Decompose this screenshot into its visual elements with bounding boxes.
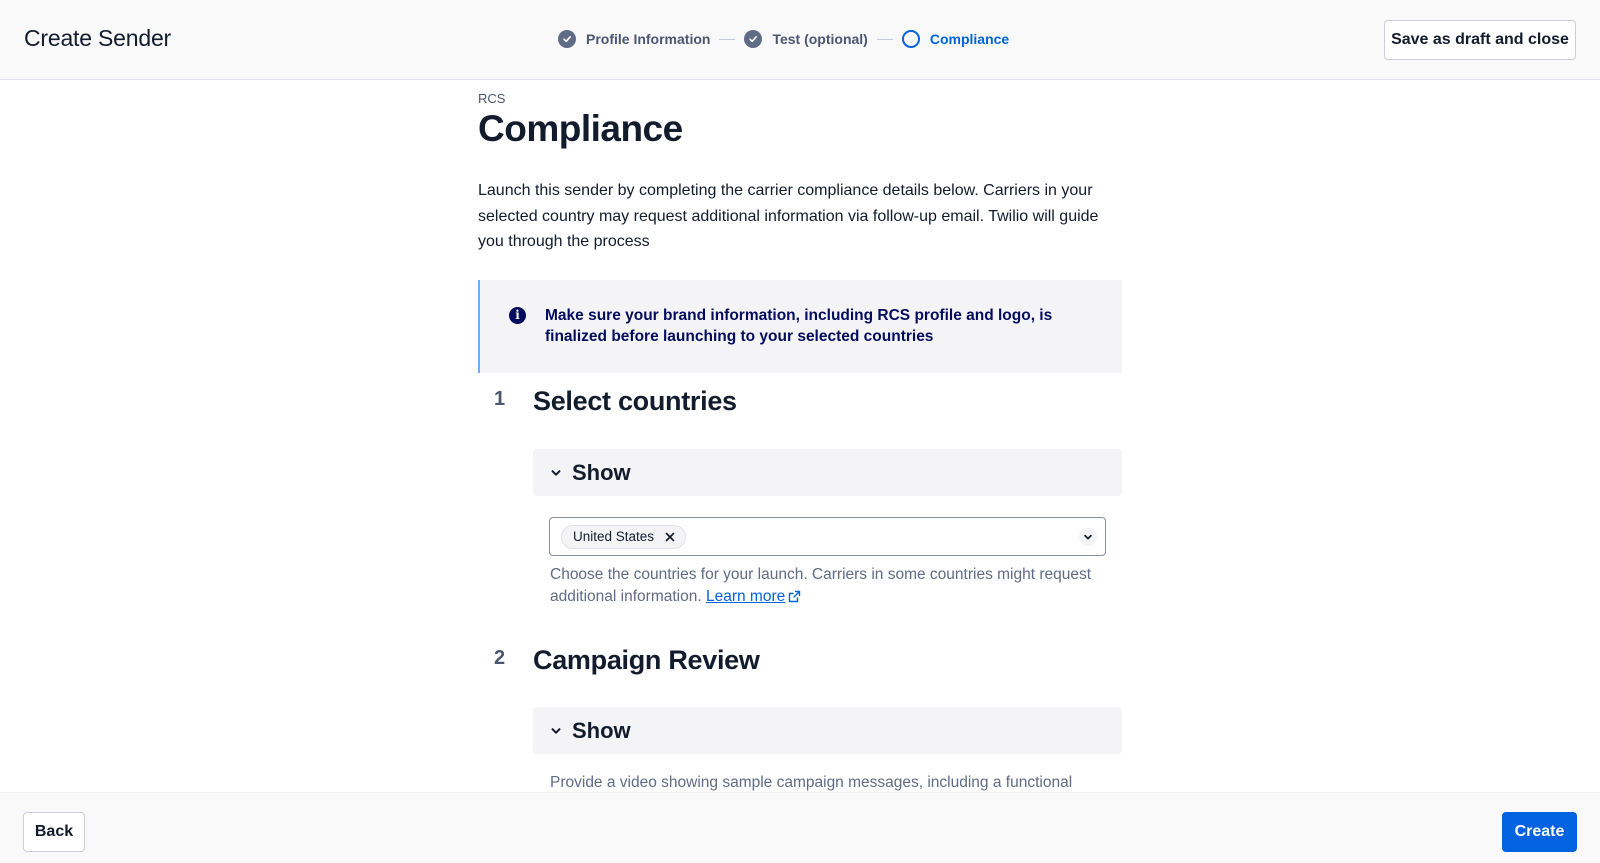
- section-title-campaign-review: Campaign Review: [533, 645, 760, 675]
- channel-eyebrow: RCS: [478, 91, 506, 106]
- intro-paragraph: Launch this sender by completing the car…: [478, 182, 1099, 250]
- select-countries-disclosure[interactable]: Show: [533, 449, 1122, 496]
- step-label: Test (optional): [772, 31, 868, 47]
- check-circle-icon: [744, 30, 763, 48]
- callout-text: Make sure your brand information, includ…: [545, 307, 1053, 345]
- external-link-icon: [788, 588, 801, 610]
- current-step-circle-icon: [901, 30, 920, 48]
- chevron-down-icon: [550, 467, 562, 479]
- chevron-down-icon[interactable]: [1079, 528, 1097, 546]
- page-header-title: Create Sender: [24, 25, 171, 51]
- footer-bar: Back Create: [0, 792, 1600, 863]
- section-number: 2: [494, 647, 506, 669]
- chevron-down-icon: [550, 725, 562, 737]
- check-circle-icon: [558, 30, 576, 48]
- country-multiselect[interactable]: United States: [549, 517, 1106, 556]
- top-bar: Create Sender Profile Information Test (…: [0, 0, 1600, 80]
- progress-stepper: Profile Information Test (optional) Comp…: [558, 28, 1009, 50]
- selected-country-pill: United States: [561, 525, 687, 549]
- step-label: Profile Information: [586, 31, 711, 47]
- step-separator: [876, 38, 893, 40]
- disclosure-label: Show: [572, 717, 631, 743]
- page-title: Compliance: [478, 108, 683, 149]
- pill-label: United States: [573, 529, 655, 544]
- remove-pill-icon[interactable]: [661, 526, 679, 548]
- learn-more-link[interactable]: Learn more: [706, 588, 785, 605]
- help-text: Choose the countries for your launch. Ca…: [550, 566, 1092, 605]
- main-content: RCS Compliance Launch this sender by com…: [478, 80, 1124, 792]
- create-button[interactable]: Create: [1502, 812, 1577, 852]
- step-test[interactable]: Test (optional): [744, 30, 868, 48]
- disclosure-label: Show: [572, 459, 631, 485]
- step-label: Compliance: [929, 31, 1010, 47]
- save-draft-button[interactable]: Save as draft and close: [1384, 20, 1576, 60]
- step-compliance: Compliance: [901, 30, 1010, 48]
- learn-more-label: Learn more: [705, 587, 786, 605]
- info-callout: i Make sure your brand information, incl…: [478, 280, 1122, 373]
- section-number: 1: [494, 388, 506, 410]
- country-help-text: Choose the countries for your launch. Ca…: [550, 564, 1110, 609]
- section-title-select-countries: Select countries: [533, 386, 737, 416]
- step-profile-information[interactable]: Profile Information: [558, 30, 710, 48]
- back-button[interactable]: Back: [23, 812, 85, 852]
- step-separator: [719, 38, 736, 40]
- campaign-review-help-text: Provide a video showing sample campaign …: [550, 774, 1073, 791]
- campaign-review-disclosure[interactable]: Show: [533, 707, 1122, 754]
- info-icon: i: [509, 307, 526, 324]
